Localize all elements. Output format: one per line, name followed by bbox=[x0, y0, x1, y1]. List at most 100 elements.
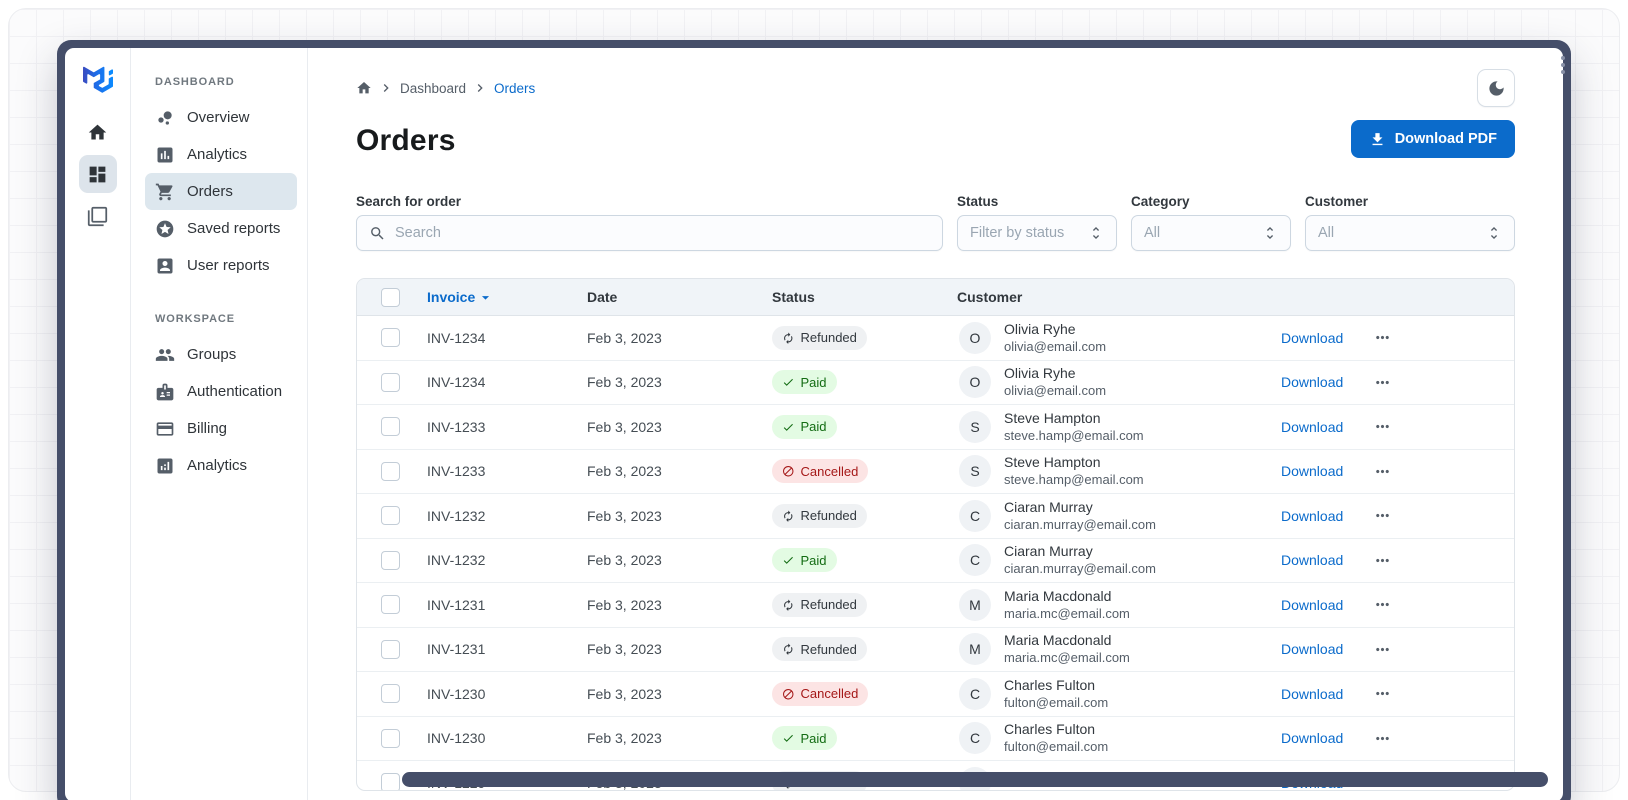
customer-filter-select[interactable]: All bbox=[1305, 215, 1515, 251]
theme-toggle-button[interactable] bbox=[1477, 69, 1515, 107]
date-cell: Feb 3, 2023 bbox=[587, 507, 662, 524]
invoice-cell: INV-1232 bbox=[427, 507, 486, 524]
download-link[interactable]: Download bbox=[1281, 419, 1343, 435]
mui-logo-icon[interactable] bbox=[82, 66, 113, 93]
search-input[interactable]: Search bbox=[356, 215, 943, 251]
breadcrumb-dashboard[interactable]: Dashboard bbox=[400, 81, 466, 96]
more-horiz-icon bbox=[1373, 595, 1392, 614]
sidebar-item-label: Saved reports bbox=[187, 220, 281, 237]
row-menu-button[interactable] bbox=[1369, 325, 1395, 351]
status-label: Paid bbox=[800, 374, 827, 390]
moon-icon bbox=[1487, 79, 1506, 98]
row-checkbox[interactable] bbox=[381, 461, 400, 481]
customer-name: Charles Fulton bbox=[1004, 721, 1096, 738]
row-checkbox[interactable] bbox=[381, 372, 400, 392]
row-checkbox[interactable] bbox=[381, 328, 400, 348]
more-horiz-icon bbox=[1373, 684, 1392, 703]
sidebar-item-label: Authentication bbox=[187, 383, 283, 400]
download-link[interactable]: Download bbox=[1281, 330, 1343, 346]
bubble-icon bbox=[155, 108, 175, 128]
sidebar-item-analytics[interactable]: Analytics bbox=[145, 447, 297, 484]
page-title: Orders bbox=[356, 124, 456, 157]
sidebar-nav: DASHBOARD Overview Analytics Orders Saved re… bbox=[131, 48, 308, 800]
invoice-cell: INV-1231 bbox=[427, 641, 486, 658]
sidebar-item-orders[interactable]: Orders bbox=[145, 173, 297, 210]
download-pdf-button[interactable]: Download PDF bbox=[1350, 120, 1515, 158]
breadcrumb-current[interactable]: Orders bbox=[494, 81, 535, 96]
row-menu-button[interactable] bbox=[1369, 547, 1395, 573]
refunded-icon bbox=[782, 643, 795, 656]
column-header-invoice[interactable]: Invoice bbox=[417, 289, 577, 306]
app-window-content: DASHBOARD Overview Analytics Orders Saved re… bbox=[65, 48, 1563, 800]
table-row: INV-1233 Feb 3, 2023 Cancelled S Steve Hampt… bbox=[357, 450, 1514, 494]
status-filter-select[interactable]: Filter by status bbox=[957, 215, 1117, 251]
customer-cell: C Ciaran Murray ciaran.murray@email.com bbox=[947, 498, 1269, 534]
status-label: Refunded bbox=[800, 508, 857, 524]
row-checkbox[interactable] bbox=[381, 595, 400, 615]
row-checkbox[interactable] bbox=[381, 417, 400, 437]
table-row: INV-1232 Feb 3, 2023 Refunded C Ciaran Murra… bbox=[357, 494, 1514, 539]
horizontal-scrollbar[interactable] bbox=[402, 772, 1548, 787]
search-icon bbox=[369, 225, 386, 242]
row-checkbox[interactable] bbox=[381, 728, 400, 748]
refunded-icon bbox=[782, 599, 795, 612]
row-checkbox[interactable] bbox=[381, 506, 400, 526]
row-menu-button[interactable] bbox=[1369, 369, 1395, 395]
breadcrumb-home-icon[interactable] bbox=[356, 80, 372, 96]
rail-button-layers[interactable] bbox=[79, 197, 117, 235]
customer-cell: C Charles Fulton fulton@email.com bbox=[947, 676, 1269, 712]
customer-cell: M Maria Macdonald maria.mc@email.com bbox=[947, 587, 1269, 623]
sidebar-item-authentication[interactable]: Authentication bbox=[145, 373, 297, 410]
more-horiz-icon bbox=[1373, 373, 1392, 392]
rail-button-home[interactable] bbox=[79, 113, 117, 151]
nav-section-label: WORKSPACE bbox=[155, 313, 236, 325]
row-menu-button[interactable] bbox=[1369, 725, 1395, 751]
sidebar-item-billing[interactable]: Billing bbox=[145, 410, 297, 447]
customer-email: ciaran.murray@email.com bbox=[1004, 516, 1156, 532]
row-checkbox[interactable] bbox=[381, 684, 400, 704]
more-horiz-icon bbox=[1373, 640, 1392, 659]
download-link[interactable]: Download bbox=[1281, 374, 1343, 390]
download-link[interactable]: Download bbox=[1281, 730, 1343, 746]
status-label: Refunded bbox=[800, 330, 857, 346]
row-menu-button[interactable] bbox=[1369, 681, 1395, 707]
creditcard-icon bbox=[155, 419, 175, 439]
app-window: DASHBOARD Overview Analytics Orders Saved re… bbox=[57, 40, 1571, 800]
sidebar-item-analytics[interactable]: Analytics bbox=[145, 136, 297, 173]
cancelled-icon bbox=[782, 465, 795, 478]
table-row: INV-1234 Feb 3, 2023 Paid O Olivia Ryhe olivi… bbox=[357, 361, 1514, 405]
download-link[interactable]: Download bbox=[1281, 597, 1343, 613]
category-filter-select[interactable]: All bbox=[1131, 215, 1291, 251]
download-link[interactable]: Download bbox=[1281, 463, 1343, 479]
row-menu-button[interactable] bbox=[1369, 636, 1395, 662]
row-menu-button[interactable] bbox=[1369, 414, 1395, 440]
download-link[interactable]: Download bbox=[1281, 686, 1343, 702]
status-filter-value: Filter by status bbox=[970, 225, 1065, 241]
row-checkbox[interactable] bbox=[381, 550, 400, 570]
invoice-cell: INV-1233 bbox=[427, 418, 486, 435]
sidebar-item-label: Billing bbox=[187, 420, 228, 437]
customer-name: Charles Fulton bbox=[1004, 676, 1096, 693]
row-menu-button[interactable] bbox=[1369, 503, 1395, 529]
row-checkbox[interactable] bbox=[381, 639, 400, 659]
row-menu-button[interactable] bbox=[1369, 458, 1395, 484]
status-label: Refunded bbox=[800, 597, 857, 613]
sidebar-item-user-reports[interactable]: User reports bbox=[145, 247, 297, 284]
date-cell: Feb 3, 2023 bbox=[587, 329, 662, 346]
download-link[interactable]: Download bbox=[1281, 552, 1343, 568]
analytics-icon bbox=[155, 456, 175, 476]
row-menu-button[interactable] bbox=[1369, 592, 1395, 618]
people-icon bbox=[155, 345, 175, 365]
invoice-cell: INV-1234 bbox=[427, 374, 486, 391]
unfold-more-icon bbox=[1088, 225, 1104, 241]
download-link[interactable]: Download bbox=[1281, 641, 1343, 657]
sidebar-item-groups[interactable]: Groups bbox=[145, 336, 297, 373]
sidebar-item-saved-reports[interactable]: Saved reports bbox=[145, 210, 297, 247]
more-horiz-icon bbox=[1373, 328, 1392, 347]
filter-bar: Search for order Search Status Filter by… bbox=[356, 194, 1515, 251]
rail-button-dashboard[interactable] bbox=[78, 155, 117, 193]
download-link[interactable]: Download bbox=[1281, 508, 1343, 524]
sidebar-item-overview[interactable]: Overview bbox=[145, 99, 297, 136]
select-all-checkbox[interactable] bbox=[381, 287, 400, 307]
row-checkbox[interactable] bbox=[381, 773, 400, 790]
